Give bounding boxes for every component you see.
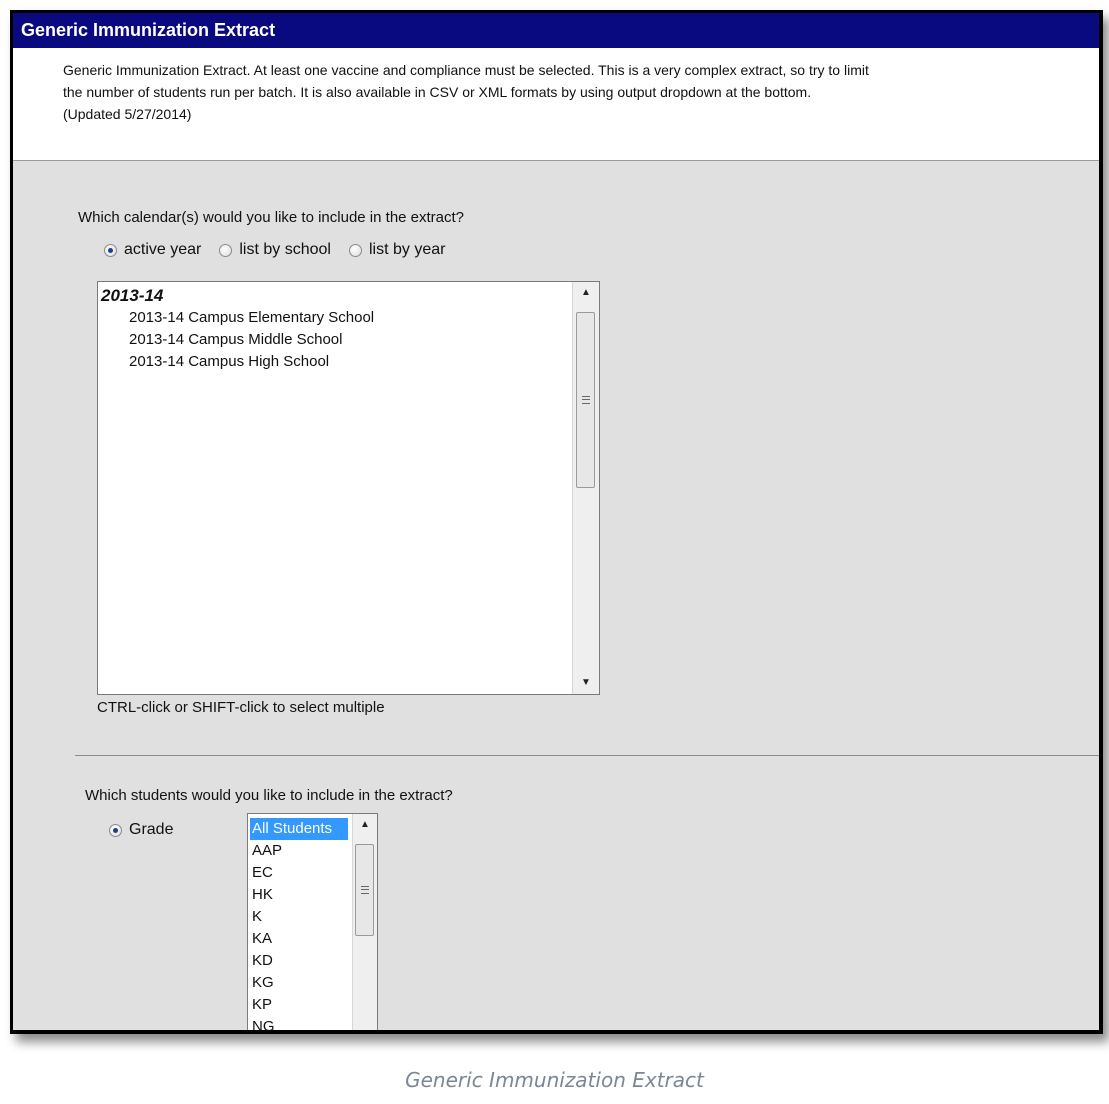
radio-unchecked-icon[interactable]: [348, 243, 362, 257]
multi-select-hint: CTRL-click or SHIFT-click to select mult…: [97, 699, 385, 716]
description-line-1: Generic Immunization Extract. At least o…: [63, 62, 869, 78]
grade-list: All Students AAP EC HK K KA KD KG KP NG: [248, 814, 353, 1030]
radio-unchecked-icon[interactable]: [219, 243, 233, 257]
description-line-2: the number of students run per batch. It…: [63, 84, 812, 100]
radio-active-year[interactable]: active year: [104, 241, 201, 259]
figure-caption: Generic Immunization Extract: [405, 1068, 704, 1092]
grade-option-selected[interactable]: All Students: [250, 818, 348, 840]
calendar-scrollbar[interactable]: ▲ ▼: [572, 282, 599, 694]
grade-scrollbar[interactable]: ▲: [352, 814, 377, 1030]
description-line-3: (Updated 5/27/2014): [63, 106, 192, 122]
scroll-up-arrow-icon[interactable]: ▲: [573, 282, 599, 304]
grade-option[interactable]: KA: [248, 928, 353, 950]
calendar-mode-radio-group: active year list by school list by year: [104, 241, 459, 259]
scrollbar-thumb[interactable]: [576, 312, 595, 488]
calendar-listbox[interactable]: 2013-14 2013-14 Campus Elementary School…: [97, 281, 600, 695]
calendar-group-label: 2013-14: [101, 286, 164, 305]
grip-icon: [361, 886, 369, 894]
radio-list-by-school[interactable]: list by school: [219, 241, 331, 259]
radio-checked-icon[interactable]: [109, 823, 122, 837]
grade-option[interactable]: KD: [248, 950, 353, 972]
grade-option[interactable]: AAP: [248, 840, 353, 862]
calendar-list: 2013-14 2013-14 Campus Elementary School…: [98, 282, 573, 694]
section-divider: [75, 755, 1099, 756]
grade-option[interactable]: NG: [248, 1016, 353, 1030]
calendar-question: Which calendar(s) would you like to incl…: [78, 209, 465, 226]
scroll-up-arrow-icon[interactable]: ▲: [353, 814, 377, 836]
grade-option[interactable]: KG: [248, 972, 353, 994]
grip-icon: [582, 396, 590, 404]
students-question: Which students would you like to include…: [85, 787, 453, 804]
grade-option[interactable]: K: [248, 906, 353, 928]
radio-active-year-label: active year: [124, 241, 202, 258]
calendar-option[interactable]: 2013-14 Campus Elementary School: [98, 307, 573, 329]
grade-option[interactable]: EC: [248, 862, 353, 884]
scrollbar-thumb[interactable]: [355, 844, 374, 936]
description-panel: Generic Immunization Extract. At least o…: [13, 48, 1099, 161]
grade-listbox[interactable]: All Students AAP EC HK K KA KD KG KP NG …: [247, 813, 378, 1030]
grade-option[interactable]: KP: [248, 994, 353, 1016]
calendar-option[interactable]: 2013-14 Campus High School: [98, 351, 573, 373]
radio-list-by-year[interactable]: list by year: [348, 241, 446, 259]
grade-option[interactable]: HK: [248, 884, 353, 906]
radio-list-by-school-label: list by school: [239, 241, 331, 258]
radio-list-by-year-label: list by year: [368, 241, 446, 258]
radio-grade[interactable]: Grade: [109, 821, 173, 839]
extract-window: Generic Immunization Extract Generic Imm…: [10, 10, 1103, 1034]
scroll-down-arrow-icon[interactable]: ▼: [573, 672, 599, 694]
radio-grade-label: Grade: [129, 821, 174, 838]
calendar-option[interactable]: 2013-14 Campus Middle School: [98, 329, 573, 351]
radio-checked-icon[interactable]: [104, 243, 117, 257]
window-title: Generic Immunization Extract: [13, 13, 1099, 48]
